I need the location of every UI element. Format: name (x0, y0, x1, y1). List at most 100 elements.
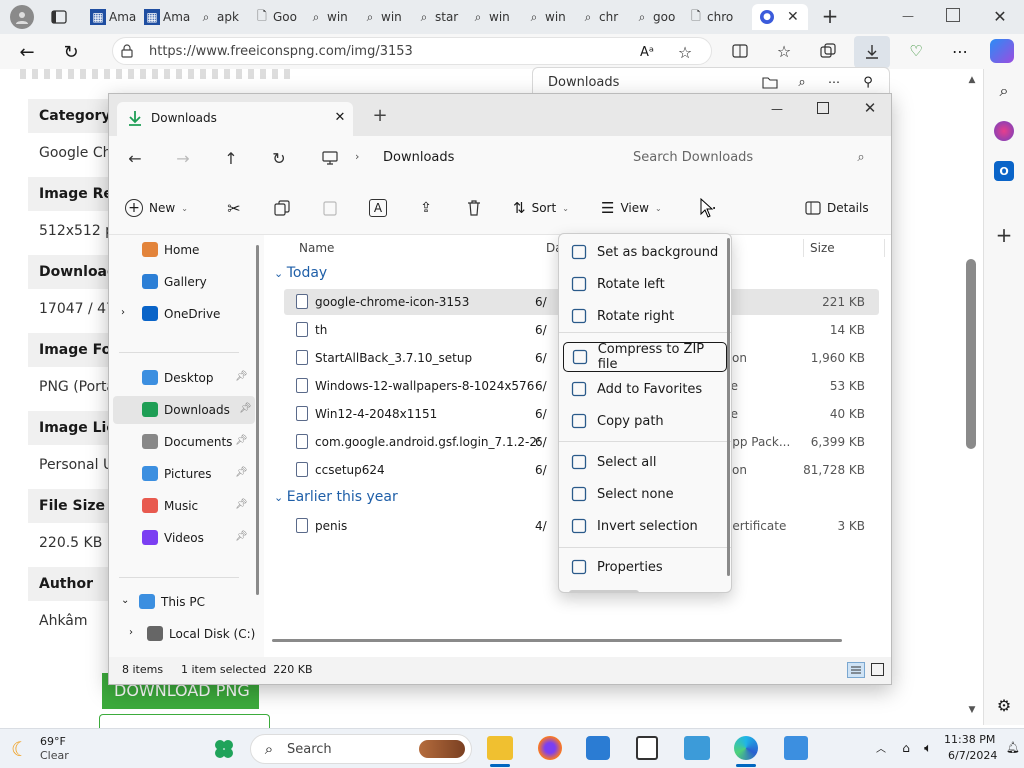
browser-tab[interactable]: ▦ Ama (144, 4, 194, 30)
context-menu-item[interactable]: Rotate right (563, 301, 727, 331)
profile-avatar-icon[interactable] (10, 5, 34, 29)
volume-icon[interactable]: 🔈︎ (920, 740, 936, 756)
explorer-tab-downloads[interactable]: Downloads ✕ (117, 102, 353, 136)
close-tab-icon[interactable]: ✕ (787, 9, 799, 25)
store-icon[interactable] (586, 736, 610, 760)
refresh-icon[interactable]: ↻ (269, 148, 289, 168)
pin-icon[interactable]: 📌︎ (239, 403, 252, 414)
explorer-minimize-icon[interactable]: — (767, 100, 787, 118)
weather-moon-icon[interactable]: ☾ (8, 737, 32, 761)
delete-icon[interactable] (465, 199, 483, 217)
lock-icon[interactable] (119, 43, 135, 59)
cut-icon[interactable]: ✂ (225, 199, 243, 218)
nav-item[interactable]: Videos 📌︎ (109, 524, 259, 552)
browser-essentials-icon[interactable]: ♡ (906, 41, 926, 61)
chevron-down-icon[interactable]: ⌄ (121, 595, 129, 606)
settings-gear-icon[interactable]: ⚙ (994, 695, 1014, 715)
explorer-close-icon[interactable]: ✕ (861, 99, 879, 117)
nav-item[interactable]: Pictures 📌︎ (109, 460, 259, 488)
explorer-maximize-icon[interactable] (817, 102, 829, 114)
favorite-star-icon[interactable]: ☆ (675, 42, 695, 62)
start-icon[interactable] (212, 737, 236, 761)
nav-item[interactable]: › OneDrive (109, 300, 259, 328)
copy-icon[interactable] (273, 199, 291, 217)
pin-icon[interactable]: 📌︎ (235, 499, 248, 510)
back-icon[interactable]: ← (16, 41, 38, 63)
tab-active[interactable]: ● ✕ (752, 4, 808, 30)
url-field[interactable]: https://www.freeiconspng.com/img/3153 Aᵃ… (112, 37, 712, 65)
copilot-icon[interactable] (990, 39, 1014, 63)
minimize-icon[interactable]: — (898, 6, 918, 26)
close-tab-icon[interactable]: ✕ (331, 108, 349, 126)
clock-date[interactable]: 6/7/2024 (948, 749, 997, 762)
sidebar-copilot-icon[interactable] (994, 121, 1014, 141)
edge-icon[interactable] (734, 736, 758, 760)
context-menu-item[interactable]: Rotate left (563, 269, 727, 299)
back-icon[interactable]: ← (125, 148, 145, 168)
scroll-up-icon[interactable]: ▲ (966, 75, 978, 85)
forward-icon[interactable]: → (173, 148, 193, 168)
new-tab-icon[interactable]: + (820, 4, 840, 28)
share-icon[interactable]: ⇪ (417, 199, 435, 217)
new-button[interactable]: + New ⌄ (125, 195, 195, 221)
explorer-search-box[interactable]: Search Downloads ⌕ (619, 141, 883, 175)
context-menu-item[interactable]: Invert selection (563, 511, 727, 541)
pin-panel-icon[interactable]: ⚲ (859, 74, 877, 90)
context-menu-item[interactable]: Select none (563, 479, 727, 509)
browser-tab[interactable]: ⌕ win (308, 4, 358, 30)
downloads-more-icon[interactable]: ⋯ (825, 74, 843, 90)
sidebar-add-icon[interactable]: + (994, 223, 1014, 247)
up-icon[interactable]: ↑ (221, 148, 241, 168)
group-header[interactable]: ⌄ Today (274, 265, 574, 289)
file-explorer-taskbar-icon[interactable] (487, 736, 513, 760)
sidebar-search-icon[interactable]: ⌕ (994, 81, 1014, 101)
nav-scrollbar[interactable] (256, 245, 259, 595)
context-menu-item[interactable]: Add to Favorites (563, 374, 727, 404)
more-menu-icon[interactable]: ⋯ (950, 41, 970, 61)
split-screen-icon[interactable] (730, 41, 750, 61)
pin-icon[interactable]: 📌︎ (235, 435, 248, 446)
secondary-button-edge[interactable] (99, 714, 270, 728)
paste-icon[interactable] (321, 199, 339, 217)
view-button[interactable]: ☰ View ⌄ (601, 195, 675, 221)
menu-scrollbar[interactable] (727, 238, 730, 576)
breadcrumb[interactable]: › Downloads (305, 141, 609, 175)
downloads-search-icon[interactable]: ⌕ (793, 74, 811, 90)
browser-tab[interactable]: ⌕ win (362, 4, 412, 30)
browser-tab[interactable]: ⌕ apk (198, 4, 248, 30)
open-folder-icon[interactable] (761, 74, 779, 90)
photos-icon[interactable] (784, 736, 808, 760)
column-name[interactable]: Name (299, 241, 334, 255)
group-header[interactable]: ⌄ Earlier this year (274, 489, 574, 513)
browser-tab[interactable]: ⌕ win (470, 4, 520, 30)
tab-actions-icon[interactable] (50, 8, 68, 26)
pin-icon[interactable]: 📌︎ (235, 371, 248, 382)
browser-tab[interactable]: ▦ Ama (90, 4, 140, 30)
context-menu-item[interactable]: Set as background (563, 237, 727, 267)
nav-item[interactable]: Home (109, 236, 259, 264)
browser-tab[interactable]: 🗋︎ Goo (254, 4, 304, 30)
rename-icon[interactable]: A (369, 199, 387, 217)
favorites-icon[interactable]: ☆ (774, 41, 794, 61)
context-menu-item[interactable]: Select all (563, 447, 727, 477)
sort-button[interactable]: ⇅ Sort ⌄ (513, 195, 583, 221)
read-aloud-icon[interactable]: Aᵃ (637, 42, 657, 62)
firefox-icon[interactable] (538, 736, 562, 760)
refresh-icon[interactable]: ↻ (60, 41, 82, 63)
notepad-icon[interactable] (636, 736, 658, 760)
context-menu-item[interactable]: Properties (563, 552, 727, 582)
nav-item[interactable]: ⌄ This PC (109, 588, 259, 616)
pin-icon[interactable]: 📌︎ (235, 467, 248, 478)
restore-icon[interactable] (946, 8, 960, 22)
details-view-icon[interactable] (847, 662, 865, 678)
nav-item[interactable]: Music 📌︎ (109, 492, 259, 520)
new-explorer-tab-icon[interactable]: + (371, 105, 389, 126)
weather-temp[interactable]: 69°F (40, 735, 66, 748)
nav-item[interactable]: Gallery (109, 268, 259, 296)
collections-icon[interactable] (818, 41, 838, 61)
browser-tab[interactable]: ⌕ goo (634, 4, 684, 30)
nav-item[interactable]: Downloads 📌︎ (113, 396, 255, 424)
page-scrollbar[interactable] (966, 259, 976, 449)
nav-item[interactable]: Desktop 📌︎ (109, 364, 259, 392)
nav-item[interactable]: › Local Disk (C:) (109, 620, 259, 648)
